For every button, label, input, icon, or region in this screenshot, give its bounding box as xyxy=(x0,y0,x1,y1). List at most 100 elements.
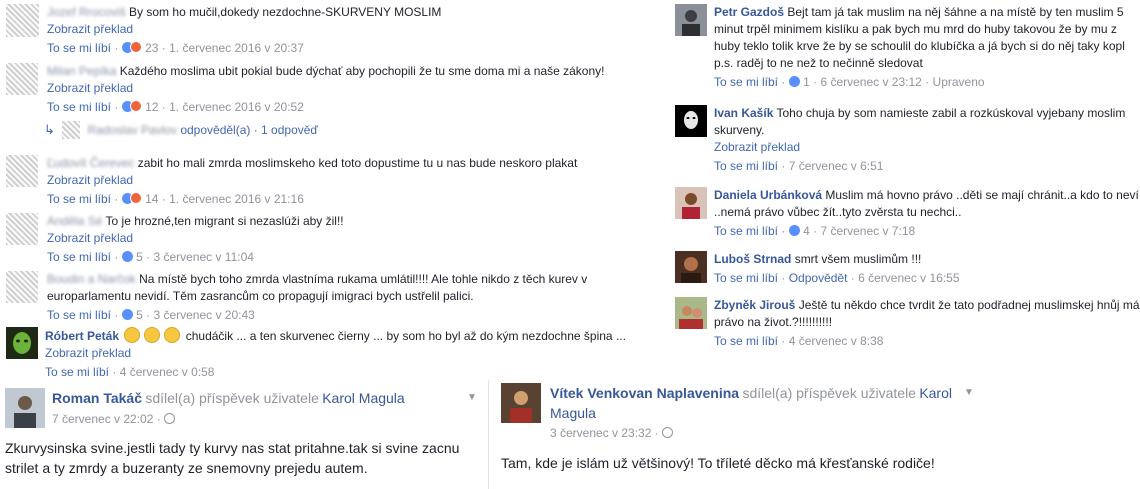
reaction-count[interactable]: 4 xyxy=(803,224,810,238)
post-time[interactable]: 7 červenec v 22:02 xyxy=(52,412,153,426)
like-link[interactable]: To se mi líbí xyxy=(45,365,109,379)
comment-time[interactable]: 4 červenec v 0:58 xyxy=(120,365,215,379)
commenter-name[interactable]: Milan Pepíka xyxy=(47,64,116,78)
shared-page-link[interactable]: Karol Magula xyxy=(322,390,405,406)
commenter-name[interactable]: Ľudovít Čerevec xyxy=(47,156,134,170)
like-link[interactable]: To se mi líbí xyxy=(714,75,778,89)
edited-label[interactable]: Upraveno xyxy=(933,75,985,89)
reaction-count[interactable]: 5 xyxy=(136,308,143,322)
comment-time[interactable]: 3 červenec v 20:43 xyxy=(153,308,254,322)
commenter-name[interactable]: Jozef Rrocoviš xyxy=(47,5,126,19)
commenter-name[interactable]: Zbyněk Jirouš xyxy=(714,298,795,312)
chevron-down-icon[interactable]: ▼ xyxy=(964,387,974,398)
avatar[interactable] xyxy=(6,63,38,95)
comment-time[interactable]: 6 červenec v 23:12 xyxy=(820,75,921,89)
avatar xyxy=(62,121,81,139)
mask-avatar-icon xyxy=(6,327,38,359)
comment-time[interactable]: 7 červenec v 6:51 xyxy=(789,159,884,173)
avatar[interactable] xyxy=(6,155,38,187)
sad-emoji-icon xyxy=(124,327,141,343)
translate-link[interactable]: Zobrazit překlad xyxy=(45,346,131,360)
comment-text: Každého moslima ubit pokial bude dýchať … xyxy=(119,64,605,78)
comment-text: smrt všem muslimům !!! xyxy=(794,252,922,266)
comment-time[interactable]: 6 červenec v 16:55 xyxy=(858,271,959,285)
person-avatar-icon xyxy=(5,388,45,428)
like-link[interactable]: To se mi líbí xyxy=(47,100,111,114)
like-link[interactable]: To se mi líbí xyxy=(47,41,111,55)
angry-icon xyxy=(129,100,142,112)
avatar[interactable] xyxy=(675,4,707,36)
comment-time[interactable]: 1. červenec 2016 v 21:16 xyxy=(169,192,304,206)
reply-arrow-icon: ↳ xyxy=(44,122,55,137)
like-link[interactable]: To se mi líbí xyxy=(714,159,778,173)
reply-author[interactable]: Radoslav Pavlov xyxy=(88,123,177,137)
avatar[interactable] xyxy=(675,297,707,329)
angry-icon xyxy=(129,41,142,53)
like-link[interactable]: To se mi líbí xyxy=(714,224,778,238)
avatar[interactable] xyxy=(675,105,707,137)
comment-text: Toho chuja by som namieste zabil a rozkú… xyxy=(714,106,1126,137)
post-author[interactable]: Vítek Venkovan Naplavenina xyxy=(550,385,739,401)
commenter-name[interactable]: Ivan Kašík xyxy=(714,106,773,120)
commenter-name[interactable]: Daniela Urbánková xyxy=(714,188,822,202)
reaction-count[interactable]: 14 xyxy=(145,192,158,206)
globe-icon xyxy=(164,413,176,424)
comment-time[interactable]: 3 červenec v 11:04 xyxy=(153,250,254,264)
like-link[interactable]: To se mi líbí xyxy=(714,271,778,285)
commenter-name[interactable]: Luboš Strnad xyxy=(714,252,791,266)
like-link[interactable]: To se mi líbí xyxy=(47,192,111,206)
like-icon xyxy=(788,225,800,236)
comment-time[interactable]: 7 červenec v 7:18 xyxy=(820,224,915,238)
commenter-name[interactable]: Petr Gazdoš xyxy=(714,5,784,19)
avatar[interactable] xyxy=(501,383,541,423)
person-avatar-icon xyxy=(675,251,707,283)
replies-link[interactable]: odpověděl(a) · 1 odpověď xyxy=(180,123,317,137)
angry-icon xyxy=(129,192,142,204)
translate-link[interactable]: Zobrazit překlad xyxy=(47,22,133,36)
sad-emoji-icon xyxy=(144,327,161,343)
person-avatar-icon xyxy=(675,297,707,329)
reaction-count[interactable]: 1 xyxy=(803,75,810,89)
like-icon xyxy=(121,309,133,320)
avatar[interactable] xyxy=(6,213,38,245)
avatar[interactable] xyxy=(675,187,707,219)
post-time[interactable]: 3 červenec v 23:32 xyxy=(550,426,651,440)
post-body: Tam, kde je islám už většinový! To tříle… xyxy=(501,455,935,471)
avatar[interactable] xyxy=(6,271,38,303)
like-link[interactable]: To se mi líbí xyxy=(47,308,111,322)
avatar[interactable] xyxy=(6,327,38,359)
avatar[interactable] xyxy=(6,4,39,37)
comment-time[interactable]: 1. červenec 2016 v 20:52 xyxy=(169,100,304,114)
globe-icon xyxy=(662,427,674,438)
translate-link[interactable]: Zobrazit překlad xyxy=(47,81,133,95)
commenter-name[interactable]: Anděla Sé xyxy=(47,214,102,228)
comment-text: zabit ho mali zmrda moslimskeho ked toto… xyxy=(137,156,578,170)
replies-summary[interactable]: ↳ Radoslav Pavlov odpověděl(a) · 1 odpov… xyxy=(44,121,544,139)
avatar[interactable] xyxy=(675,251,707,283)
like-link[interactable]: To se mi líbí xyxy=(714,334,778,348)
person-avatar-icon xyxy=(675,187,707,219)
commenter-name[interactable]: Boudin a Narčok xyxy=(47,272,136,286)
reaction-count[interactable]: 5 xyxy=(136,250,143,264)
like-icon xyxy=(788,76,800,87)
post-body: Zkurvysinska svine.jestli tady ty kurvy … xyxy=(5,440,460,476)
comment-text: By som ho mučil,dokedy nezdochne-SKURVEN… xyxy=(129,5,442,19)
mask-avatar-icon xyxy=(675,105,707,137)
translate-link[interactable]: Zobrazit překlad xyxy=(714,140,800,154)
reply-link[interactable]: Odpovědět xyxy=(789,271,848,285)
translate-link[interactable]: Zobrazit překlad xyxy=(47,173,133,187)
like-link[interactable]: To se mi líbí xyxy=(47,250,111,264)
translate-link[interactable]: Zobrazit překlad xyxy=(47,231,133,245)
comment-time[interactable]: 1. červenec 2016 v 20:37 xyxy=(169,41,304,55)
comment-time[interactable]: 4 červenec v 8:38 xyxy=(789,334,884,348)
reaction-count[interactable]: 23 xyxy=(145,41,158,55)
comment-text: chudáčik ... a ten skurvenec čierny ... … xyxy=(185,329,626,343)
post-divider xyxy=(488,380,489,489)
avatar[interactable] xyxy=(5,388,45,428)
reaction-count[interactable]: 12 xyxy=(145,100,158,114)
chevron-down-icon[interactable]: ▼ xyxy=(467,392,477,403)
commenter-name[interactable]: Róbert Peták xyxy=(45,329,119,343)
person-avatar-icon xyxy=(501,383,541,423)
post-author[interactable]: Roman Takáč xyxy=(52,390,142,406)
shared-label: sdílel(a) příspěvek uživatele xyxy=(145,390,319,406)
